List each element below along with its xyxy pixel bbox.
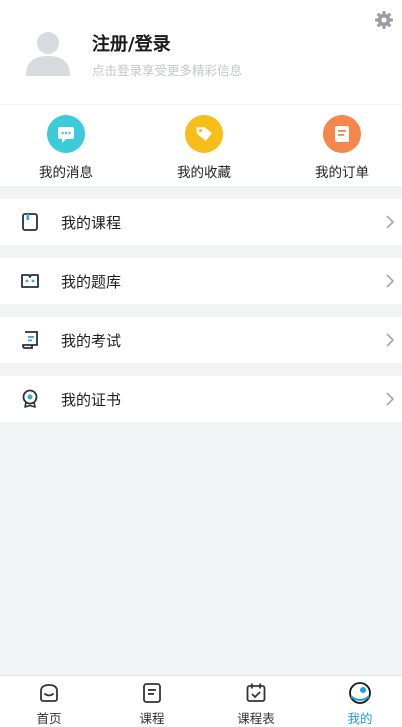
my-orders-button[interactable]: 我的订单 [297, 115, 387, 181]
menu-label-my-courses: 我的课程 [61, 214, 122, 232]
tab-mine[interactable]: 我的 [325, 682, 395, 727]
tab-mine-label: 我的 [347, 711, 373, 726]
login-register-title[interactable]: 注册/登录 [92, 30, 171, 56]
quick-actions: 我的消息 我的收藏 我的订单 [0, 105, 402, 186]
menu-item-my-question-bank[interactable]: 我的题库 [0, 258, 402, 304]
menu-label-my-question-bank: 我的题库 [61, 273, 122, 291]
mine-icon [349, 682, 371, 704]
tab-courses[interactable]: 课程 [117, 682, 187, 727]
order-icon [323, 115, 361, 153]
menu-item-my-exams[interactable]: 我的考试 [0, 317, 402, 363]
chevron-right-icon [386, 392, 395, 406]
bottom-tab-bar: 首页 课程 课程表 我的 [0, 675, 402, 727]
my-messages-button[interactable]: 我的消息 [21, 115, 111, 181]
profile-header[interactable]: 注册/登录 点击登录享受更多精彩信息 [0, 0, 402, 104]
chevron-right-icon [386, 215, 395, 229]
tab-home[interactable]: 首页 [14, 682, 84, 727]
my-favorites-label: 我的收藏 [177, 165, 231, 181]
menu-item-my-courses[interactable]: 我的课程 [0, 199, 402, 245]
favorite-tag-icon [185, 115, 223, 153]
menu-label-my-exams: 我的考试 [61, 332, 122, 350]
my-favorites-button[interactable]: 我的收藏 [159, 115, 249, 181]
default-avatar-icon [26, 32, 70, 76]
question-bank-icon [21, 274, 39, 288]
menu-item-my-certificates[interactable]: 我的证书 [0, 376, 402, 422]
home-icon [40, 684, 58, 702]
tab-home-label: 首页 [36, 711, 62, 726]
message-icon [47, 115, 85, 153]
menu-label-my-certificates: 我的证书 [61, 391, 122, 409]
tab-schedule-label: 课程表 [237, 711, 275, 726]
tab-schedule[interactable]: 课程表 [221, 682, 291, 727]
course-icon [22, 213, 38, 231]
chevron-right-icon [386, 274, 395, 288]
course-tab-icon [143, 683, 161, 703]
tab-courses-label: 课程 [139, 711, 165, 726]
my-messages-label: 我的消息 [39, 165, 93, 181]
schedule-icon [246, 683, 266, 702]
my-orders-label: 我的订单 [315, 165, 369, 181]
chevron-right-icon [386, 333, 395, 347]
login-hint-text: 点击登录享受更多精彩信息 [92, 63, 243, 78]
settings-gear-icon[interactable] [374, 10, 394, 30]
certificate-icon [22, 389, 38, 408]
exam-icon [22, 331, 38, 349]
